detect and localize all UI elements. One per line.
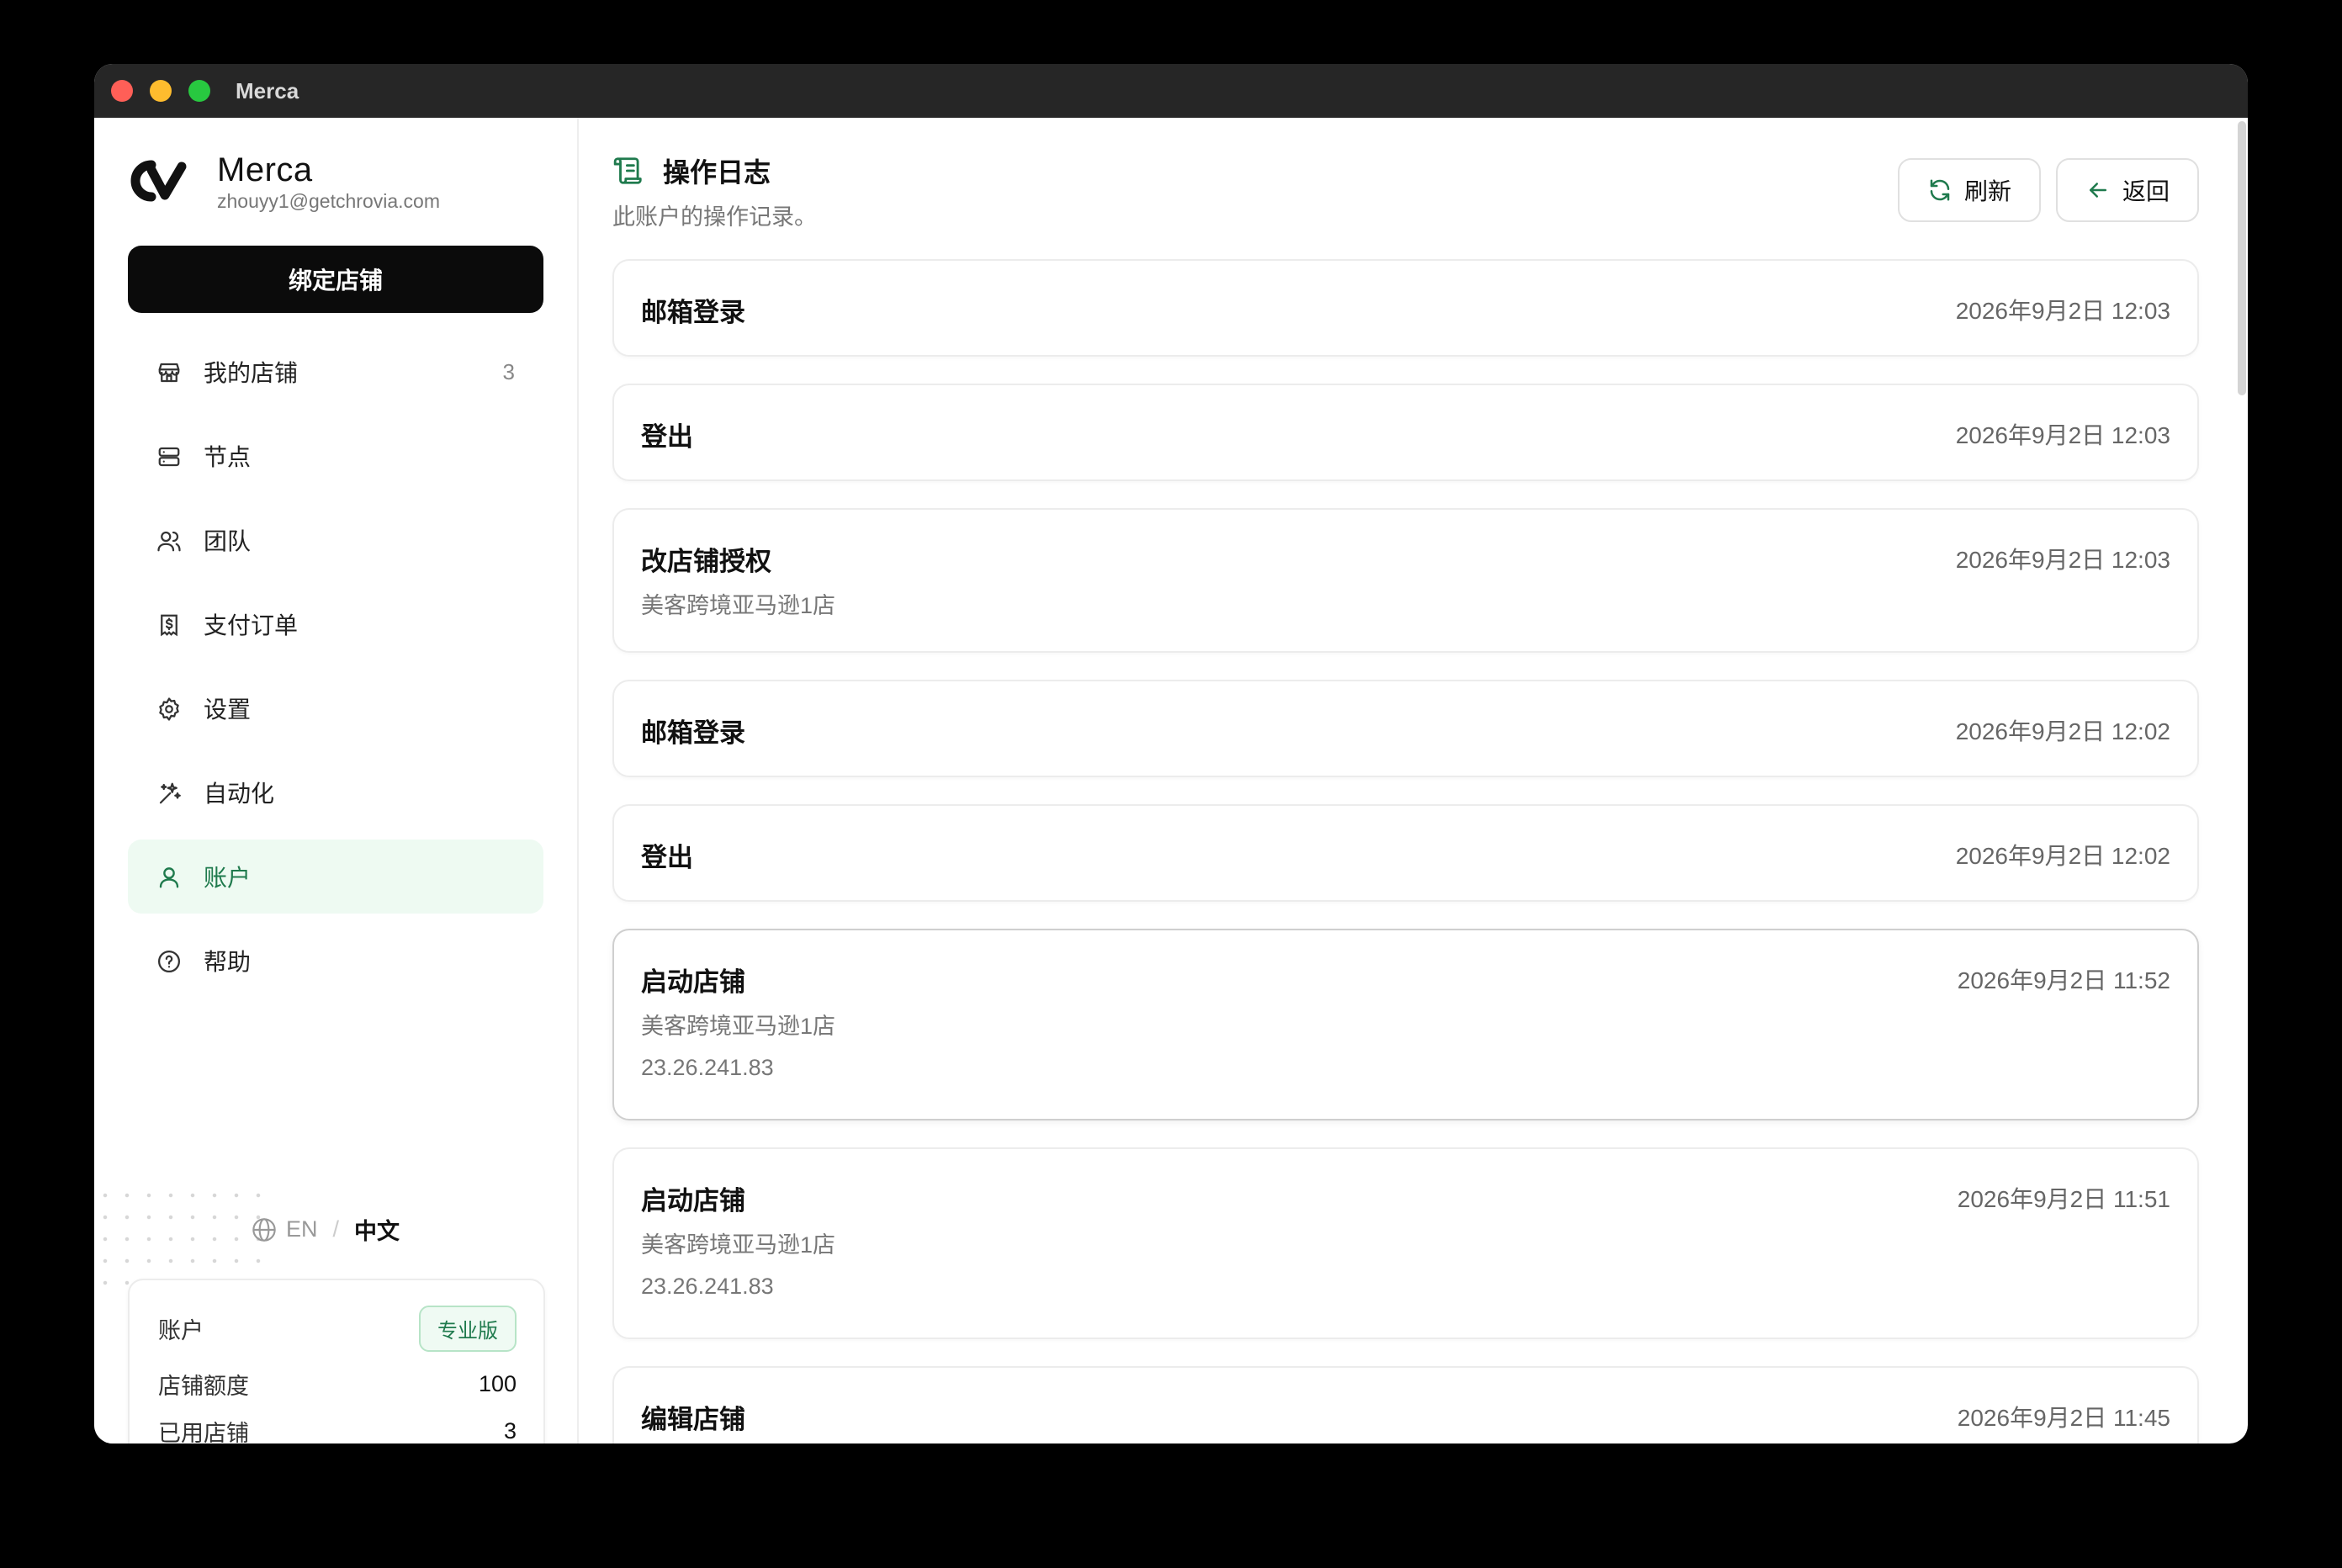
log-store-name: 美客跨境亚马逊1店 — [641, 1014, 836, 1039]
help-icon — [158, 951, 180, 972]
server-icon — [158, 447, 180, 467]
page-subtitle: 此账户的操作记录。 — [612, 204, 817, 230]
log-ip-address: 23.26.241.83 — [641, 1274, 774, 1299]
account-email: zhouyy1@getchrovia.com — [217, 190, 440, 212]
back-button[interactable]: 返回 — [2056, 158, 2199, 222]
log-entry[interactable]: 编辑店铺 2026年9月2日 11:45 — [612, 1366, 2199, 1444]
sidebar-item-label: 帮助 — [204, 949, 252, 975]
receipt-icon — [161, 614, 178, 637]
store-icon — [158, 363, 180, 383]
scrollbar[interactable] — [2234, 118, 2248, 1444]
globe-icon — [252, 1217, 276, 1242]
zoom-window-button[interactable] — [188, 80, 210, 102]
log-store-name: 美客跨境亚马逊1店 — [641, 593, 836, 618]
page-title: 操作日志 — [663, 157, 771, 188]
user-icon — [159, 867, 179, 888]
log-action: 改店铺授权 — [641, 547, 771, 576]
app-window: Merca Merca zhouyy1@getchrovia.com 绑定店铺 … — [94, 64, 2248, 1444]
sidebar-item-payment-orders[interactable]: 支付订单 — [128, 587, 543, 661]
sidebar-item-label: 节点 — [204, 444, 252, 470]
sidebar-item-settings[interactable]: 设置 — [128, 671, 543, 745]
bind-store-button[interactable]: 绑定店铺 — [128, 246, 543, 313]
account-label: 账户 — [158, 1318, 204, 1343]
sidebar-item-label: 设置 — [204, 697, 252, 723]
refresh-button[interactable]: 刷新 — [1898, 158, 2041, 222]
log-action: 登出 — [641, 422, 693, 452]
used-stores-label: 已用店铺 — [158, 1421, 249, 1444]
lang-separator: / — [332, 1216, 340, 1242]
scrollbar-thumb[interactable] — [2238, 121, 2246, 395]
sidebar-nav: 我的店铺 3 节点 团队 支付订单 设置 自动化 账户 帮助 — [128, 335, 543, 1008]
account-plan-row: 账户 专业版 — [158, 1306, 517, 1352]
language-switcher: EN / 中文 — [251, 1213, 400, 1246]
log-timestamp: 2026年9月2日 12:03 — [1955, 298, 2170, 324]
brand-name: Merca — [217, 151, 313, 188]
window-title: Merca — [236, 78, 299, 103]
log-timestamp: 2026年9月2日 11:51 — [1957, 1186, 2170, 1212]
arrow-left-icon — [2089, 183, 2106, 198]
lang-option-en[interactable]: EN — [286, 1216, 318, 1242]
sidebar-item-nodes[interactable]: 节点 — [128, 419, 543, 493]
main-content: 操作日志 此账户的操作记录。 刷新 返回 邮箱登录 2026年9月2日 12:0… — [579, 118, 2248, 1444]
minimize-window-button[interactable] — [150, 80, 172, 102]
sidebar-item-automation[interactable]: 自动化 — [128, 755, 543, 829]
log-action: 登出 — [641, 843, 693, 872]
log-action: 启动店铺 — [641, 967, 745, 997]
sidebar-item-label: 团队 — [204, 528, 252, 554]
refresh-icon — [1930, 179, 1950, 201]
close-window-button[interactable] — [111, 80, 133, 102]
sidebar-item-label: 我的店铺 — [204, 360, 299, 386]
sidebar-item-help[interactable]: 帮助 — [128, 924, 543, 998]
log-entry[interactable]: 邮箱登录 2026年9月2日 12:02 — [612, 680, 2199, 777]
lang-option-zh[interactable]: 中文 — [354, 1213, 400, 1246]
title-bar: Merca — [94, 64, 2248, 118]
log-timestamp: 2026年9月2日 12:03 — [1955, 547, 2170, 573]
plan-badge: 专业版 — [419, 1306, 517, 1352]
refresh-label: 刷新 — [1963, 178, 2011, 204]
log-timestamp: 2026年9月2日 11:52 — [1957, 967, 2170, 993]
sparkles-icon — [159, 782, 181, 804]
log-action: 启动店铺 — [641, 1186, 745, 1216]
store-count-badge: 3 — [502, 358, 515, 384]
sidebar-item-label: 支付订单 — [204, 612, 299, 638]
sidebar-item-label: 自动化 — [204, 781, 275, 807]
used-stores-row: 已用店铺 3 — [158, 1415, 517, 1444]
gear-icon — [159, 697, 179, 721]
log-entry[interactable]: 登出 2026年9月2日 12:02 — [612, 804, 2199, 902]
merca-logo-icon — [130, 160, 187, 202]
log-timestamp: 2026年9月2日 12:03 — [1955, 422, 2170, 448]
log-entry[interactable]: 登出 2026年9月2日 12:03 — [612, 384, 2199, 481]
store-quota-label: 店铺额度 — [158, 1374, 249, 1399]
log-store-name: 美客跨境亚马逊1店 — [641, 1232, 836, 1258]
sidebar-item-label: 账户 — [204, 865, 252, 891]
sidebar: Merca zhouyy1@getchrovia.com 绑定店铺 我的店铺 3… — [94, 118, 579, 1444]
log-ip-address: 23.26.241.83 — [641, 1055, 774, 1080]
log-entry[interactable]: 启动店铺 2026年9月2日 11:52 美客跨境亚马逊1店 23.26.241… — [612, 929, 2199, 1120]
users-icon — [157, 531, 181, 552]
sidebar-item-account[interactable]: 账户 — [128, 840, 543, 914]
log-action: 邮箱登录 — [641, 298, 745, 327]
log-timestamp: 2026年9月2日 12:02 — [1955, 718, 2170, 744]
decorative-dot-pattern — [94, 1184, 271, 1285]
scroll-log-icon — [613, 157, 642, 184]
sidebar-item-team[interactable]: 团队 — [128, 503, 543, 577]
store-quota-row: 店铺额度 100 — [158, 1368, 517, 1401]
log-timestamp: 2026年9月2日 12:02 — [1955, 843, 2170, 869]
used-stores-value: 3 — [503, 1418, 517, 1444]
log-entry[interactable]: 邮箱登录 2026年9月2日 12:03 — [612, 259, 2199, 357]
account-summary-card: 账户 专业版 店铺额度 100 已用店铺 3 — [128, 1279, 545, 1444]
log-entry[interactable]: 启动店铺 2026年9月2日 11:51 美客跨境亚马逊1店 23.26.241… — [612, 1147, 2199, 1339]
log-action: 编辑店铺 — [641, 1405, 745, 1434]
log-entry[interactable]: 改店铺授权 2026年9月2日 12:03 美客跨境亚马逊1店 — [612, 508, 2199, 653]
log-timestamp: 2026年9月2日 11:45 — [1957, 1405, 2170, 1431]
log-action: 邮箱登录 — [641, 718, 745, 748]
back-label: 返回 — [2122, 178, 2170, 204]
sidebar-item-my-stores[interactable]: 我的店铺 3 — [128, 335, 543, 409]
store-quota-value: 100 — [478, 1371, 517, 1396]
